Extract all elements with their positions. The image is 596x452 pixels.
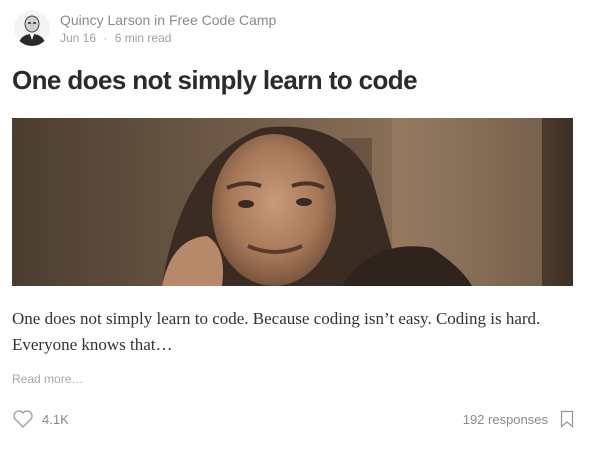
post-hero-image[interactable] — [12, 118, 573, 286]
in-word: in — [154, 11, 166, 28]
post-excerpt[interactable]: One does not simply learn to code. Becau… — [12, 306, 572, 358]
post-footer: 4.1K 192 responses — [12, 408, 574, 430]
post-meta: Quincy Larson in Free Code Camp Jun 16 ·… — [60, 11, 276, 46]
recommend-button[interactable]: 4.1K — [12, 409, 69, 429]
post-date: Jun 16 — [60, 30, 97, 45]
read-more-link[interactable]: Read more… — [12, 371, 83, 387]
bookmark-icon[interactable] — [560, 410, 574, 428]
read-time: 6 min read — [114, 30, 172, 45]
recommend-count: 4.1K — [42, 411, 69, 427]
avatar-image — [14, 10, 50, 46]
post-card: Quincy Larson in Free Code Camp Jun 16 ·… — [12, 8, 574, 428]
heart-icon[interactable] — [12, 409, 34, 429]
post-title[interactable]: One does not simply learn to code — [12, 64, 574, 96]
avatar[interactable] — [14, 10, 50, 46]
author-row: Quincy Larson in Free Code Camp Jun 16 ·… — [12, 8, 574, 48]
author-name-link[interactable]: Quincy Larson — [60, 12, 150, 28]
publication-link[interactable]: Free Code Camp — [169, 12, 276, 28]
meta-separator: · — [103, 30, 108, 45]
responses-link[interactable]: 192 responses — [463, 412, 548, 427]
